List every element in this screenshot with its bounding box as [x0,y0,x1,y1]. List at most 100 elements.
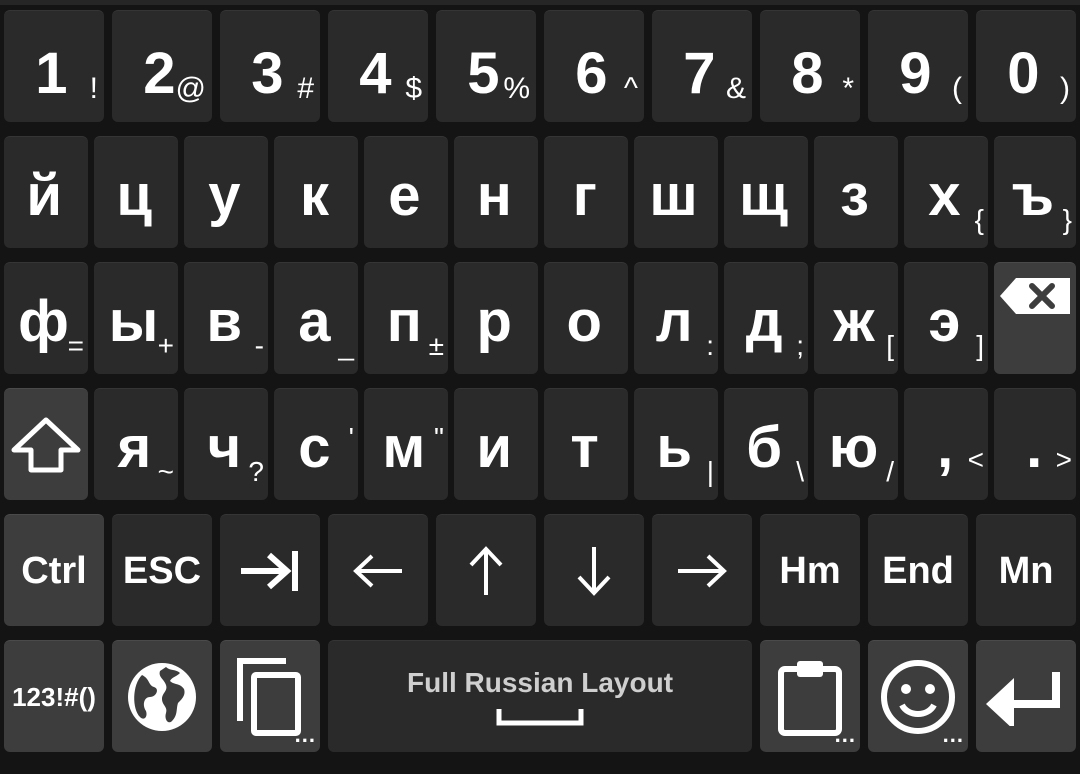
key-1[interactable]: 1 ! [4,10,104,122]
home-key[interactable]: Hm [760,514,860,626]
key-main-label: . [1026,415,1043,480]
key-letter[interactable]: с ' [274,388,358,500]
key-letter[interactable]: и [454,388,538,500]
key-letter[interactable]: м " [364,388,448,500]
key-5[interactable]: 5 % [436,10,536,122]
key-6[interactable]: 6 ^ [544,10,644,122]
key-main-label: 3 [251,41,284,106]
language-key[interactable] [112,640,212,752]
key-main-label: ю [828,415,879,480]
key-letter[interactable]: ф = [4,262,88,374]
esc-key[interactable]: ESC [112,514,212,626]
key-main-label: с [298,415,331,480]
key-main-label: , [937,415,954,480]
key-letter[interactable]: э] [904,262,988,374]
key-main-label: ц [116,163,153,228]
globe-icon [128,662,196,731]
key-sub-label: } [1062,204,1072,235]
key-main-label: 7 [683,41,716,106]
key-main-label: н [476,163,512,228]
key-8[interactable]: 8 * [760,10,860,122]
key-letter[interactable]: ъ} [994,136,1076,248]
left-arrow-key[interactable] [328,514,428,626]
key-main-label: з [840,163,869,228]
key-letter[interactable]: р [454,262,538,374]
key-main-label: 5 [467,41,500,106]
key-main-label: ъ [1011,163,1055,228]
key-letter[interactable]: ч? [184,388,268,500]
key-letter[interactable]: ш [634,136,718,248]
key-main-label: ь [656,415,693,480]
key-main-label: ф [18,289,69,354]
key-letter[interactable]: й [4,136,88,248]
key-main-label: э [928,289,961,354]
key-letter[interactable]: а _ [274,262,358,374]
enter-icon [986,671,1060,726]
key-9[interactable]: 9 ( [868,10,968,122]
key-sub-label: + [157,330,174,361]
copy-key[interactable]: ... [220,640,320,752]
key-letter[interactable]: ы + [94,262,178,374]
space-bar-icon [496,709,584,726]
key-letter[interactable]: х{ [904,136,988,248]
key-main-label: и [476,415,513,480]
emoji-key[interactable]: ... [868,640,968,752]
key-letter[interactable]: ь | [634,388,718,500]
enter-key[interactable] [976,640,1076,752]
key-main-label: м [382,415,426,480]
menu-key[interactable]: Mn [976,514,1076,626]
more-indicator: ... [834,722,856,747]
key-letter[interactable]: щ [724,136,808,248]
shift-key[interactable] [4,388,88,500]
end-key[interactable]: End [868,514,968,626]
key-letter[interactable]: ю / [814,388,898,500]
key-letter[interactable]: л: [634,262,718,374]
key-letter[interactable]: е [364,136,448,248]
key-main-label: о [566,289,602,354]
key-main-label: д [745,289,783,354]
key-comma[interactable]: , < [904,388,988,500]
key-main-label: ш [649,163,698,228]
key-letter[interactable]: ж[ [814,262,898,374]
key-letter[interactable]: з [814,136,898,248]
key-letter[interactable]: г [544,136,628,248]
right-arrow-key[interactable] [652,514,752,626]
key-2[interactable]: 2 @ [112,10,212,122]
key-letter[interactable]: у [184,136,268,248]
home-label: Hm [779,549,841,592]
key-letter[interactable]: о [544,262,628,374]
key-main-label: 1 [35,41,68,106]
up-arrow-key[interactable] [436,514,536,626]
key-letter[interactable]: б \ [724,388,808,500]
key-letter[interactable]: н [454,136,538,248]
key-4[interactable]: 4 $ [328,10,428,122]
clipboard-key[interactable]: ... [760,640,860,752]
key-0[interactable]: 0 ) [976,10,1076,122]
key-letter[interactable]: я ~ [94,388,178,500]
space-key[interactable]: Full Russian Layout [328,640,752,752]
key-period[interactable]: . > [994,388,1076,500]
key-sub-label: _ [338,330,354,361]
key-7[interactable]: 7 & [652,10,752,122]
more-indicator: ... [942,722,964,747]
key-sub-label: ' [348,422,354,453]
key-3[interactable]: 3 # [220,10,320,122]
key-main-label: е [388,163,421,228]
down-arrow-key[interactable] [544,514,644,626]
ctrl-key[interactable]: Ctrl [4,514,104,626]
key-main-label: ч [207,415,242,480]
key-letter[interactable]: т [544,388,628,500]
bottom-row: 123!#() ... Full Russian Layout ... ... [0,640,1080,752]
shift-arrow-icon [11,417,81,472]
backspace-key[interactable] [994,262,1076,374]
symbols-key[interactable]: 123!#() [4,640,104,752]
key-letter[interactable]: к [274,136,358,248]
key-letter[interactable]: в- [184,262,268,374]
key-letter[interactable]: п ± [364,262,448,374]
tab-key[interactable] [220,514,320,626]
key-letter[interactable]: ц [94,136,178,248]
esc-label: ESC [122,549,202,592]
key-letter[interactable]: д; [724,262,808,374]
letter-row-3: я ~ ч? с ' м " и т ь | б \ ю / , < . > [0,388,1080,500]
key-sub-label: | [706,456,714,487]
